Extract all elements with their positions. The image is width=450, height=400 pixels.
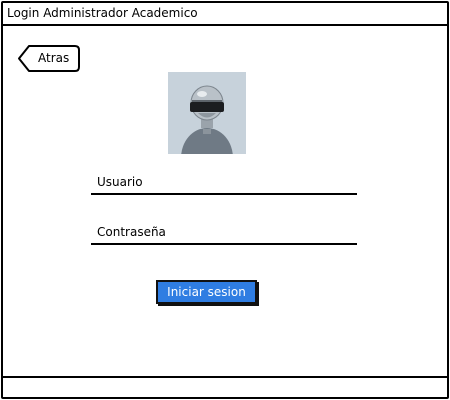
title-bar: Login Administrador Academico (3, 3, 447, 26)
username-underline (91, 193, 357, 195)
robot-helmet-avatar-icon (181, 85, 233, 154)
window-title: Login Administrador Academico (7, 6, 198, 20)
back-button[interactable]: Atras (17, 44, 81, 73)
back-button-label: Atras (38, 51, 70, 65)
login-button[interactable]: Iniciar sesion (156, 280, 257, 304)
password-input[interactable] (91, 221, 361, 245)
avatar (168, 72, 246, 154)
username-input[interactable] (91, 171, 361, 195)
app-window: Login Administrador Academico Atras Usua… (1, 1, 449, 399)
password-underline (91, 243, 357, 245)
footer-bar (3, 376, 447, 378)
